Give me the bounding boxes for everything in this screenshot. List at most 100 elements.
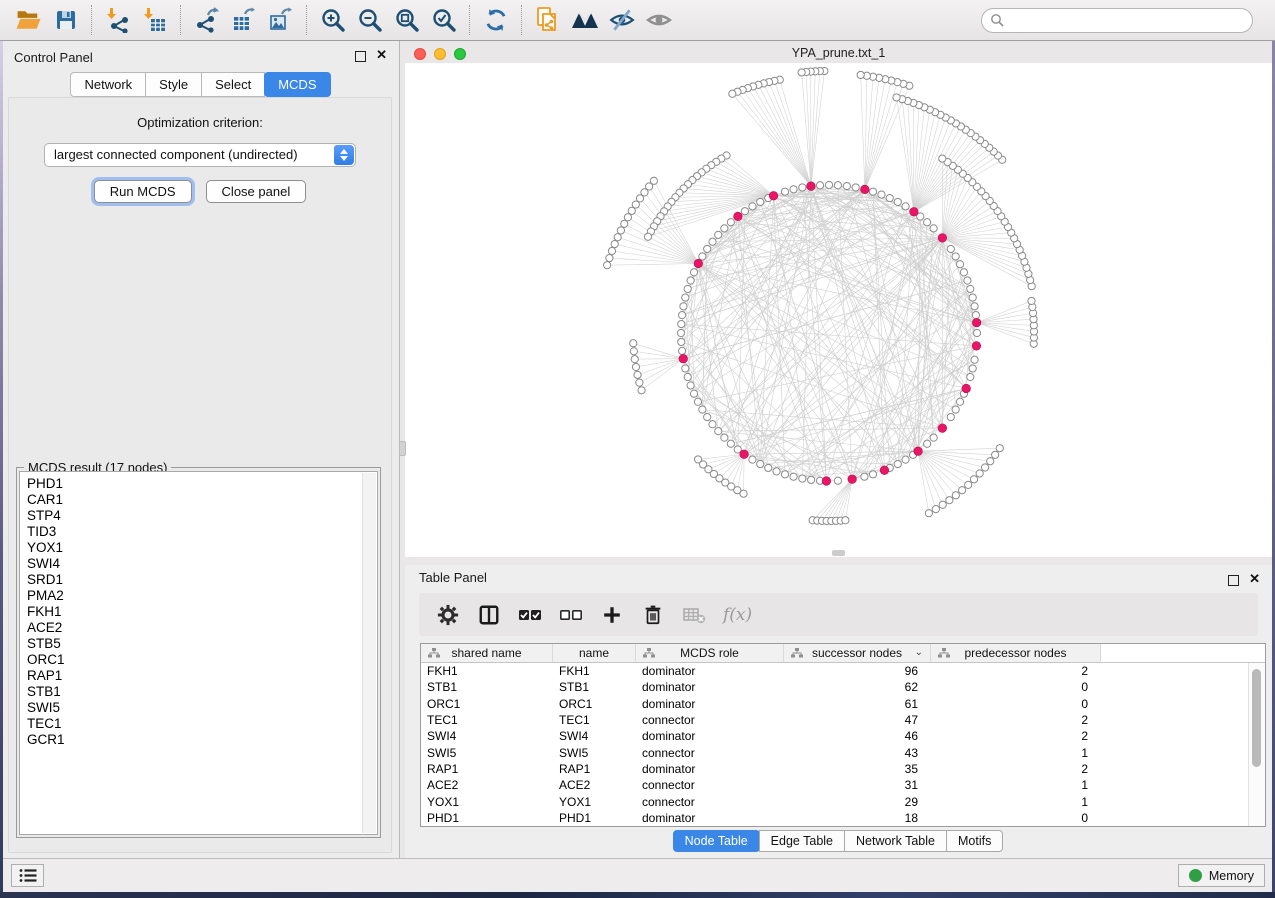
mcds-result-item[interactable]: GCR1 (20, 732, 377, 748)
mcds-result-item[interactable]: PHD1 (20, 476, 377, 492)
task-list-icon (19, 868, 37, 883)
column-header-predecessor-nodes[interactable]: predecessor nodes (931, 644, 1101, 663)
tab-network-table[interactable]: Network Table (844, 830, 947, 852)
table-scrollbar[interactable] (1248, 663, 1265, 826)
mcds-result-item[interactable]: TID3 (20, 524, 377, 540)
column-header-successor-nodes[interactable]: successor nodes ⌄ (784, 644, 931, 663)
mcds-result-item[interactable]: ACE2 (20, 620, 377, 636)
search-box[interactable] (981, 8, 1253, 33)
mcds-result-item[interactable]: ORC1 (20, 652, 377, 668)
mcds-result-item[interactable]: RAP1 (20, 668, 377, 684)
mcds-result-item[interactable]: FKH1 (20, 604, 377, 620)
zoom-window-icon[interactable] (454, 48, 466, 60)
table-cell: SWI4 (421, 729, 553, 743)
zoom-out-icon[interactable] (351, 3, 388, 37)
tab-mcds[interactable]: MCDS (264, 72, 330, 97)
sort-descending-icon: ⌄ (915, 647, 923, 658)
share-document-icon[interactable] (529, 3, 566, 37)
tab-style[interactable]: Style (145, 72, 202, 97)
export-table-icon[interactable] (225, 3, 262, 37)
run-mcds-button[interactable]: Run MCDS (94, 180, 192, 203)
minimize-window-icon[interactable] (434, 48, 446, 60)
column-header-name[interactable]: name (553, 644, 636, 663)
table-panel-tabs: Node TableEdge TableNetwork TableMotifs (405, 830, 1272, 852)
optimization-criterion-select[interactable]: largest connected component (undirected) (44, 143, 356, 167)
mcds-result-list[interactable]: PHD1CAR1STP4TID3YOX1SWI4SRD1PMA2FKH1ACE2… (19, 471, 378, 835)
tab-network[interactable]: Network (70, 72, 146, 97)
table-row[interactable]: PHD1PHD1dominator180 (421, 810, 1249, 826)
save-session-icon[interactable] (47, 3, 84, 37)
mcds-result-item[interactable]: STB5 (20, 636, 377, 652)
zoom-fit-icon[interactable] (388, 3, 425, 37)
table-row[interactable]: YOX1YOX1connector291 (421, 793, 1249, 809)
memory-button[interactable]: Memory (1178, 864, 1265, 887)
mcds-result-item[interactable]: TEC1 (20, 716, 377, 732)
column-header-mcds-role[interactable]: MCDS role (636, 644, 784, 663)
hide-graphics-details-icon[interactable] (603, 3, 640, 37)
column-label: name (579, 646, 609, 660)
deselect-all-icon[interactable] (559, 603, 583, 627)
network-canvas-svg[interactable] (405, 63, 1272, 557)
column-header-shared-name[interactable]: shared name (421, 644, 553, 663)
search-input[interactable] (1009, 12, 1244, 28)
search-network-icon[interactable] (566, 3, 603, 37)
close-window-icon[interactable] (414, 48, 426, 60)
toolbar-separator (521, 5, 522, 35)
control-panel: Control Panel ✕ NetworkStyleSelectMCDS O… (3, 41, 400, 858)
close-table-panel-icon[interactable]: ✕ (1249, 571, 1260, 587)
zoom-in-icon[interactable] (314, 3, 351, 37)
close-panel-icon[interactable]: ✕ (376, 47, 387, 63)
node-table-body[interactable]: FKH1FKH1dominator962STB1STB1dominator620… (421, 663, 1249, 826)
table-scrollbar-thumb[interactable] (1252, 669, 1261, 767)
table-row[interactable]: ORC1ORC1dominator610 (421, 696, 1249, 712)
mcds-result-item[interactable]: STP4 (20, 508, 377, 524)
table-cell: FKH1 (553, 664, 636, 678)
mcds-result-item[interactable]: CAR1 (20, 492, 377, 508)
table-row[interactable]: FKH1FKH1dominator962 (421, 663, 1249, 679)
table-row[interactable]: SWI4SWI4dominator462 (421, 728, 1249, 744)
mcds-list-scrollbar[interactable] (362, 473, 376, 833)
show-columns-icon[interactable] (477, 603, 501, 627)
table-row[interactable]: RAP1RAP1dominator352 (421, 761, 1249, 777)
open-file-icon[interactable] (10, 3, 47, 37)
refresh-icon[interactable] (477, 3, 514, 37)
table-row[interactable]: ACE2ACE2connector311 (421, 777, 1249, 793)
tab-select[interactable]: Select (201, 72, 265, 97)
control-panel-tabs: NetworkStyleSelectMCDS (3, 72, 399, 97)
mcds-result-item[interactable]: SWI4 (20, 556, 377, 572)
import-network-icon[interactable] (99, 3, 136, 37)
export-image-icon[interactable] (262, 3, 299, 37)
table-cell: connector (636, 778, 784, 792)
network-canvas[interactable] (405, 63, 1272, 557)
float-table-panel-icon[interactable] (1228, 575, 1239, 586)
table-cell: 61 (784, 697, 931, 711)
table-cell: TEC1 (553, 713, 636, 727)
table-row[interactable]: TEC1TEC1connector472 (421, 712, 1249, 728)
table-cell: 0 (931, 811, 1101, 825)
import-table-icon[interactable] (136, 3, 173, 37)
zoom-selected-icon[interactable] (425, 3, 462, 37)
tab-node-table[interactable]: Node Table (673, 830, 760, 852)
add-column-icon[interactable] (600, 603, 624, 627)
select-all-icon[interactable] (518, 603, 542, 627)
table-row[interactable]: SWI5SWI5connector431 (421, 744, 1249, 760)
mcds-result-item[interactable]: STB1 (20, 684, 377, 700)
delete-column-icon[interactable] (641, 603, 665, 627)
panel-splitter-grip[interactable] (399, 441, 406, 456)
mcds-result-item[interactable]: YOX1 (20, 540, 377, 556)
show-graphics-details-icon[interactable] (640, 3, 677, 37)
criterion-selected-value: largest connected component (undirected) (54, 147, 298, 162)
canvas-splitter-grip[interactable] (832, 550, 845, 556)
tab-edge-table[interactable]: Edge Table (759, 830, 845, 852)
table-panel-title: Table Panel (419, 570, 487, 585)
float-panel-icon[interactable] (355, 51, 366, 62)
task-history-button[interactable] (11, 864, 44, 887)
mcds-result-item[interactable]: SRD1 (20, 572, 377, 588)
mcds-result-item[interactable]: PMA2 (20, 588, 377, 604)
export-network-icon[interactable] (188, 3, 225, 37)
settings-icon[interactable] (436, 603, 460, 627)
tab-motifs[interactable]: Motifs (946, 830, 1003, 852)
close-panel-button[interactable]: Close panel (206, 180, 307, 203)
mcds-result-item[interactable]: SWI5 (20, 700, 377, 716)
table-row[interactable]: STB1STB1dominator620 (421, 679, 1249, 695)
